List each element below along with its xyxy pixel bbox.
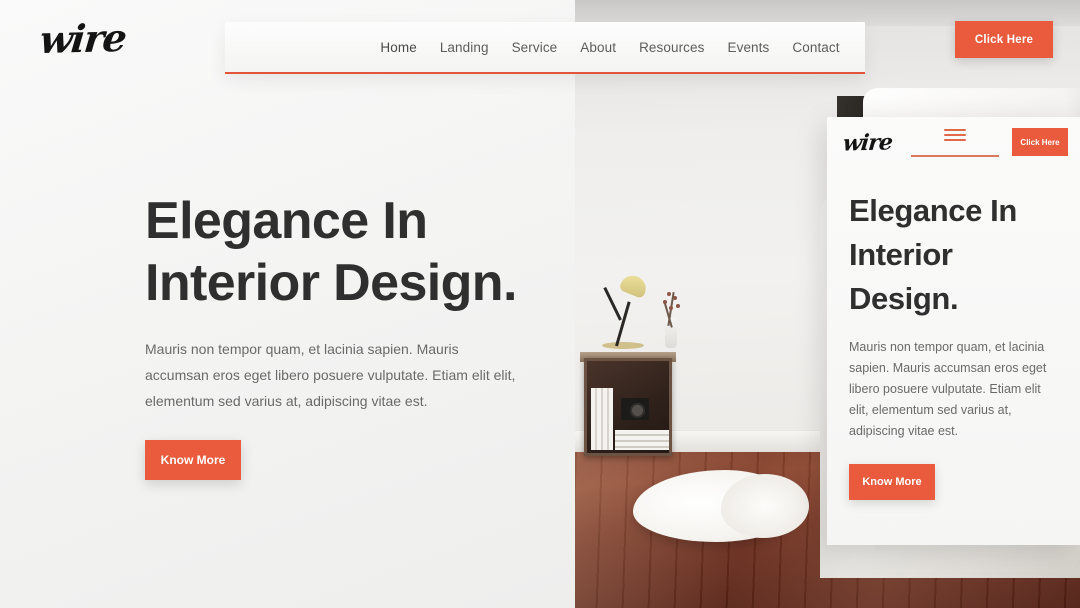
mobile-brand-logo[interactable]: wire xyxy=(842,129,894,156)
brand-logo[interactable]: wire xyxy=(38,15,128,62)
lamp-base xyxy=(602,342,644,349)
hero-paragraph: Mauris non tempor quam, et lacinia sapie… xyxy=(145,341,516,409)
mobile-hero-heading: Elegance In Interior Design. xyxy=(849,193,1017,316)
hamburger-bar-3 xyxy=(944,139,966,141)
nav-item-contact[interactable]: Contact xyxy=(792,40,839,55)
dried-bloom xyxy=(663,300,667,304)
mobile-preview-card: wire Click Here Elegance In Interior Des… xyxy=(827,117,1080,545)
mobile-know-more-button[interactable]: Know More xyxy=(849,464,935,500)
mobile-hero-section: Elegance In Interior Design. Mauris non … xyxy=(827,169,1080,500)
mobile-navigation-bar: wire Click Here xyxy=(827,117,1080,169)
hamburger-bar-2 xyxy=(944,134,966,136)
nav-item-service[interactable]: Service xyxy=(512,40,558,55)
page-root: Home Landing Service About Resources Eve… xyxy=(0,0,1080,608)
books-stacked xyxy=(615,430,669,450)
mobile-nav-underline xyxy=(911,155,999,157)
hero-heading: Elegance In Interior Design. xyxy=(145,192,517,312)
mobile-click-here-button[interactable]: Click Here xyxy=(1012,128,1068,156)
dried-bloom xyxy=(673,296,677,300)
hero-know-more-button[interactable]: Know More xyxy=(145,440,241,480)
hamburger-bar-1 xyxy=(944,129,966,131)
hamburger-bars xyxy=(944,129,966,144)
sheepskin-rug-lobe xyxy=(721,474,809,538)
hamburger-menu-icon[interactable] xyxy=(911,129,999,144)
dried-bloom xyxy=(676,304,680,308)
mobile-hero-paragraph: Mauris non tempor quam, et lacinia sapie… xyxy=(849,340,1047,438)
nav-item-home[interactable]: Home xyxy=(380,40,416,55)
header-click-here-button[interactable]: Click Here xyxy=(955,21,1053,58)
books-upright xyxy=(591,388,613,450)
nav-links: Home Landing Service About Resources Eve… xyxy=(250,40,839,55)
dried-bloom xyxy=(669,306,673,310)
hero-section: Elegance In Interior Design. Mauris non … xyxy=(145,190,565,480)
nav-item-events[interactable]: Events xyxy=(728,40,770,55)
nav-item-about[interactable]: About xyxy=(580,40,616,55)
nav-item-landing[interactable]: Landing xyxy=(440,40,489,55)
top-navigation-bar: Home Landing Service About Resources Eve… xyxy=(225,22,865,74)
nav-item-resources[interactable]: Resources xyxy=(639,40,704,55)
dried-bloom xyxy=(667,292,671,296)
vintage-camera xyxy=(621,398,649,420)
